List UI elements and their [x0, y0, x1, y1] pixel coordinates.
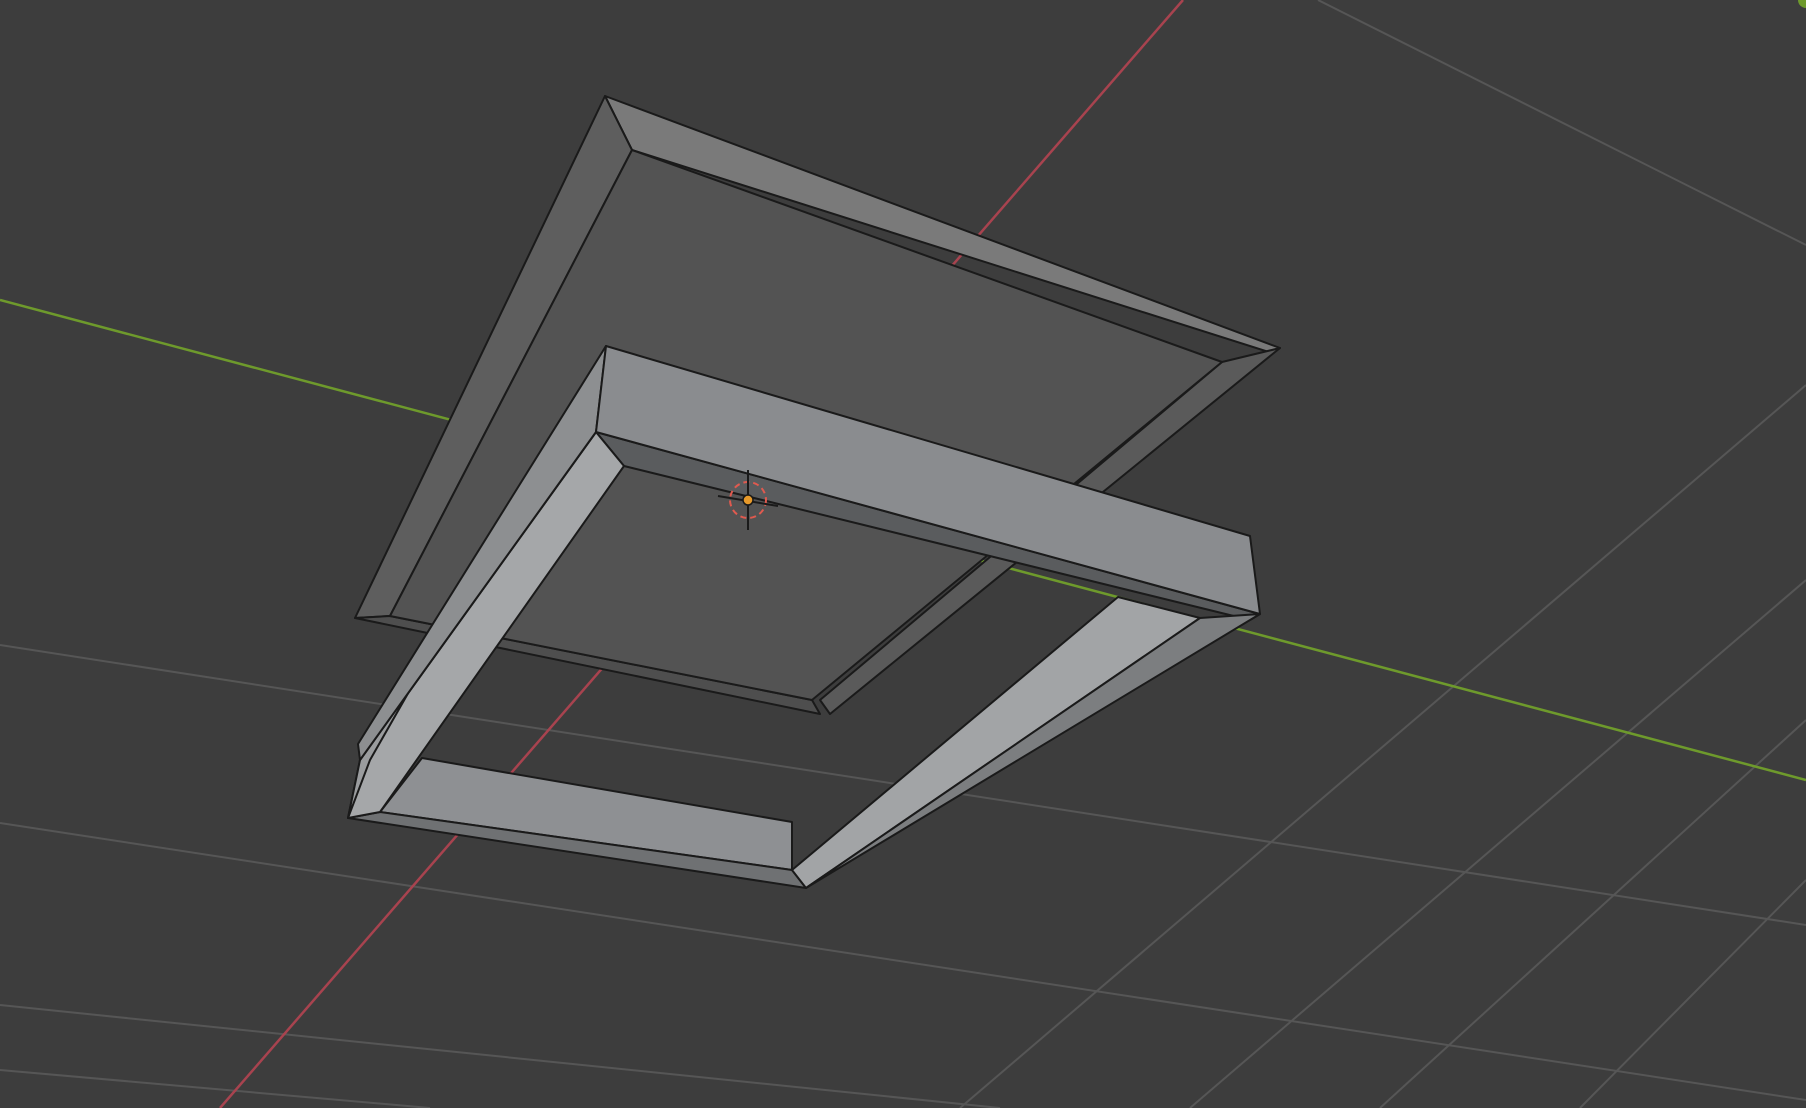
origin-point-icon	[742, 494, 754, 506]
viewport-canvas[interactable]	[0, 0, 1806, 1108]
3d-viewport[interactable]	[0, 0, 1806, 1108]
